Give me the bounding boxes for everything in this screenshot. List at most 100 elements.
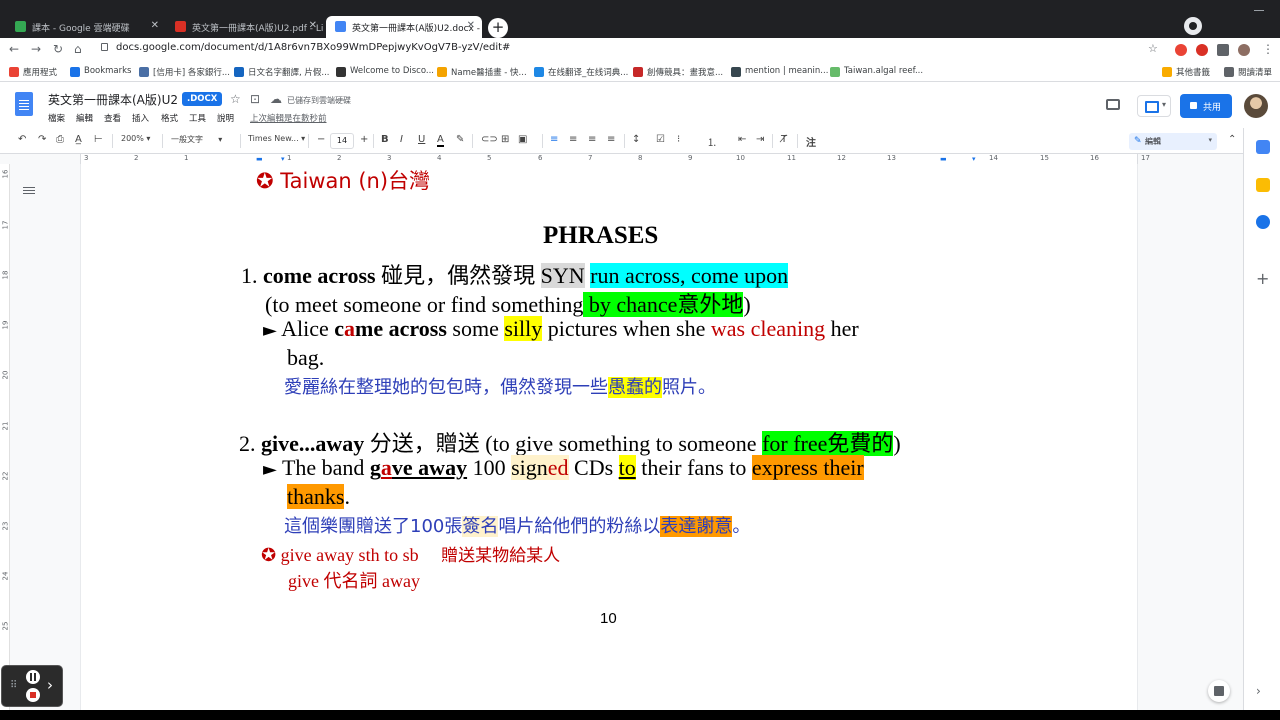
bookmark-folder[interactable]: 其他書籤 — [1162, 66, 1210, 78]
chrome-profile-icon[interactable] — [1184, 17, 1202, 35]
bookmark-item[interactable]: [信用卡] 各家銀行... — [139, 66, 230, 78]
bookmark-item[interactable]: 在线翻译_在线词典... — [534, 66, 628, 78]
calendar-icon[interactable] — [1256, 140, 1270, 154]
tab-stop-marker[interactable]: ▬ — [940, 155, 947, 163]
pause-icon[interactable] — [26, 670, 40, 684]
undo-icon[interactable]: ↶ — [18, 134, 26, 145]
print-icon[interactable]: ⎙ — [56, 134, 64, 145]
italic-icon[interactable]: I — [400, 134, 403, 145]
add-addon-icon[interactable]: + — [1256, 269, 1269, 288]
checklist-icon[interactable]: ☑ — [656, 134, 665, 145]
zhuyin-icon[interactable]: 注 — [806, 134, 816, 149]
bulleted-list-icon[interactable]: ⁝ — [677, 134, 680, 145]
close-tab-icon[interactable]: ✕ — [151, 20, 159, 31]
collapse-menus-icon[interactable]: ⌃ — [1228, 134, 1236, 145]
explore-button[interactable] — [1208, 680, 1230, 702]
redo-icon[interactable]: ↷ — [38, 134, 46, 145]
right-indent-marker[interactable]: ▾ — [972, 155, 976, 163]
align-right-icon[interactable]: ≡ — [588, 134, 596, 145]
present-button[interactable] — [1137, 95, 1171, 117]
document-outline-icon[interactable] — [23, 185, 35, 197]
chevron-right-icon[interactable]: › — [47, 676, 53, 694]
clear-formatting-icon[interactable]: T̸ — [781, 134, 787, 145]
align-center-icon[interactable]: ≡ — [569, 134, 577, 145]
vertical-ruler[interactable]: 16 17 18 19 20 21 22 23 24 25 — [0, 164, 10, 710]
document-canvas[interactable]: 16 17 18 19 20 21 22 23 24 25 ✪ Taiwan (… — [0, 164, 1243, 710]
bookmark-item[interactable]: mention | meanin... — [731, 66, 828, 77]
bold-icon[interactable]: B — [381, 134, 389, 145]
bookmark-item[interactable]: Welcome to Disco... — [336, 66, 434, 77]
decrease-font-size-icon[interactable]: − — [317, 134, 325, 145]
menu-edit[interactable]: 編輯 — [76, 112, 93, 124]
bookmark-star-icon[interactable]: ☆ — [1148, 42, 1158, 55]
last-edit-link[interactable]: 上次編輯是在數秒前 — [250, 112, 327, 124]
close-tab-icon[interactable]: ✕ — [467, 20, 475, 31]
home-icon[interactable]: ⌂ — [74, 42, 82, 56]
share-button[interactable]: 共用 — [1180, 94, 1232, 118]
extension-icon[interactable] — [1196, 44, 1208, 56]
menu-file[interactable]: 檔案 — [48, 112, 65, 124]
paint-format-icon[interactable]: ⊢ — [94, 134, 103, 145]
align-left-icon[interactable]: ≡ — [550, 134, 558, 145]
extension-icon[interactable] — [1175, 44, 1187, 56]
increase-indent-icon[interactable]: ⇥ — [756, 134, 764, 145]
star-icon[interactable]: ☆ — [230, 92, 241, 106]
justify-icon[interactable]: ≡ — [607, 134, 615, 145]
reading-list[interactable]: 閱讀清單 — [1224, 66, 1272, 78]
comment-history-icon[interactable] — [1106, 99, 1120, 110]
editing-mode-select[interactable]: ✎ 編輯 ▾ — [1129, 133, 1217, 150]
drag-handle-icon[interactable]: ⠿ — [10, 680, 17, 691]
increase-font-size-icon[interactable]: + — [360, 134, 368, 145]
puzzle-icon[interactable] — [1217, 44, 1229, 56]
menu-tools[interactable]: 工具 — [189, 112, 206, 124]
font-size-input[interactable]: 14 — [330, 133, 354, 149]
window-minimize-icon[interactable] — [1254, 10, 1264, 11]
forward-arrow-icon[interactable]: → — [31, 42, 41, 56]
bookmark-item[interactable]: Bookmarks — [70, 66, 132, 77]
tasks-icon[interactable] — [1256, 215, 1270, 229]
text-color-icon[interactable]: A — [437, 134, 444, 147]
chevron-right-icon[interactable]: › — [1256, 684, 1261, 698]
bookmark-item[interactable]: 日文名字翻譯, 片假... — [234, 66, 330, 78]
google-docs-logo-icon[interactable] — [15, 92, 33, 116]
left-indent-marker[interactable]: ▬ — [256, 155, 263, 163]
numbered-list-icon[interactable]: ⒈ — [707, 134, 717, 149]
stop-icon[interactable] — [26, 688, 40, 702]
document-title[interactable]: 英文第一冊課本(A版)U2 — [48, 91, 178, 108]
decrease-indent-icon[interactable]: ⇤ — [738, 134, 746, 145]
menu-view[interactable]: 查看 — [104, 112, 121, 124]
back-arrow-icon[interactable]: ← — [9, 42, 19, 56]
address-bar[interactable]: docs.google.com/document/d/1A8r6vn7BXo99… — [101, 42, 510, 53]
bookmark-item[interactable]: 應用程式 — [9, 66, 57, 78]
document-page[interactable]: ✪ Taiwan (n)台灣 PHRASES 1. come across 碰見… — [80, 164, 1138, 710]
browser-tab-pdf[interactable]: 英文第一冊課本(A版)U2.pdf - Li ✕ — [166, 16, 324, 38]
font-select[interactable]: Times New... ▾ — [248, 134, 305, 143]
zoom-select[interactable]: 200% ▾ — [121, 134, 150, 143]
more-menu-icon[interactable]: ⋮ — [1262, 42, 1274, 56]
horizontal-ruler[interactable]: 3 2 1 ▬ ▾ 1 2 3 4 5 6 7 8 9 10 11 12 13 … — [0, 154, 1243, 164]
add-comment-icon[interactable]: ⊞ — [501, 134, 509, 145]
first-line-indent-marker[interactable]: ▾ — [281, 155, 285, 163]
browser-tab-drive[interactable]: 課本 - Google 雲端硬碟 ✕ — [6, 16, 166, 38]
close-tab-icon[interactable]: ✕ — [309, 20, 317, 31]
avatar[interactable] — [1244, 94, 1268, 118]
menu-format[interactable]: 格式 — [161, 112, 178, 124]
keep-icon[interactable] — [1256, 178, 1270, 192]
menu-insert[interactable]: 插入 — [132, 112, 149, 124]
spellcheck-icon[interactable]: A̲ — [75, 134, 82, 145]
highlight-color-icon[interactable]: ✎ — [456, 134, 464, 145]
menu-help[interactable]: 說明 — [217, 112, 234, 124]
underline-icon[interactable]: U — [418, 134, 425, 145]
new-tab-button[interactable]: + — [488, 18, 508, 38]
line-spacing-icon[interactable]: ↕ — [632, 134, 640, 145]
bookmark-item[interactable]: Taiwan.algal reef... — [830, 66, 923, 77]
browser-tab-docs[interactable]: 英文第一冊課本(A版)U2.docx - G ✕ — [326, 16, 482, 38]
insert-image-icon[interactable]: ▣ — [518, 134, 527, 145]
move-folder-icon[interactable]: ⊡ — [250, 92, 260, 106]
style-select[interactable]: 一般文字 ▾ — [171, 134, 222, 145]
profile-icon[interactable] — [1238, 44, 1250, 56]
reload-icon[interactable]: ↻ — [53, 42, 63, 56]
link-icon[interactable]: ⊂⊃ — [481, 134, 498, 145]
bookmark-item[interactable]: Name醫插畫 - 快... — [437, 66, 527, 78]
bookmark-item[interactable]: 創傳競具：畫我意... — [633, 66, 723, 78]
